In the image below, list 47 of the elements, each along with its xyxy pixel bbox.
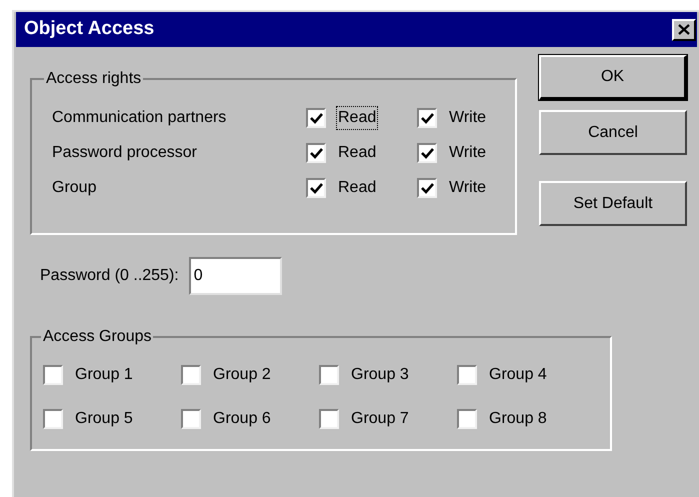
checkmark-icon	[310, 147, 322, 159]
checkbox[interactable]	[306, 178, 326, 198]
row-label: Group	[52, 178, 98, 198]
row-label: Communication partners	[52, 108, 228, 128]
group-title: Access Groups	[42, 327, 152, 347]
checkbox-label: Write	[448, 143, 488, 163]
checkmark-icon	[310, 182, 322, 194]
window-title: Object Access	[24, 17, 154, 42]
checkbox-label: Group 5	[74, 409, 134, 429]
checkmark-icon	[420, 112, 434, 124]
checkbox[interactable]	[306, 108, 326, 128]
checkbox-label: Group 4	[488, 365, 548, 385]
checkbox-label: Read	[337, 143, 378, 163]
checkbox-label: Write	[448, 178, 488, 198]
checkmark-icon	[420, 182, 434, 194]
checkbox-label: Read	[336, 106, 378, 130]
close-icon	[678, 24, 690, 35]
checkbox[interactable]	[43, 365, 63, 385]
checkbox[interactable]	[181, 365, 201, 385]
checkbox[interactable]	[417, 108, 437, 128]
checkbox-label: Group 3	[350, 365, 410, 385]
checkbox[interactable]	[43, 409, 63, 429]
dialog-button[interactable]: OK	[539, 55, 687, 100]
checkbox-label: Group 7	[350, 409, 410, 429]
checkbox[interactable]	[306, 143, 326, 163]
checkmark-icon	[420, 147, 434, 159]
group-title: Access rights	[45, 69, 142, 89]
checkbox[interactable]	[417, 143, 437, 163]
dialog-button[interactable]: Cancel	[539, 110, 687, 155]
checkbox[interactable]	[181, 409, 201, 429]
checkbox-label: Group 1	[74, 365, 134, 385]
checkbox[interactable]	[457, 409, 477, 429]
checkbox[interactable]	[417, 178, 437, 198]
checkbox-label: Group 2	[212, 365, 272, 385]
checkbox-label: Read	[337, 178, 378, 198]
close-button[interactable]	[672, 18, 696, 40]
row-label: Password processor	[52, 143, 198, 163]
password-label: Password (0 ..255):	[40, 266, 179, 286]
checkbox[interactable]	[457, 365, 477, 385]
checkmark-icon	[310, 112, 322, 124]
checkbox[interactable]	[319, 365, 339, 385]
checkbox[interactable]	[319, 409, 339, 429]
password-field[interactable]: 0	[188, 257, 282, 295]
dialog-button[interactable]: Set Default	[539, 181, 687, 226]
checkbox-label: Group 8	[488, 409, 548, 429]
checkbox-label: Write	[448, 108, 488, 128]
checkbox-label: Group 6	[212, 409, 272, 429]
